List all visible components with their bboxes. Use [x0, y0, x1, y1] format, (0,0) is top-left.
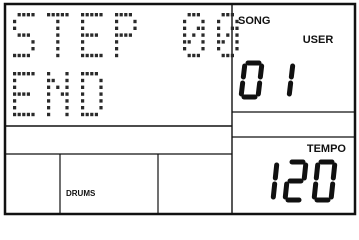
song-digit-1 — [238, 60, 265, 100]
line-1-char-4 — [115, 13, 137, 58]
line-1-char-1 — [13, 13, 35, 58]
line-2-char-2 — [47, 72, 69, 117]
dot-matrix-line-2 — [13, 72, 103, 117]
tempo-readout — [270, 159, 338, 203]
line-1-char-7 — [217, 13, 239, 58]
song-bank-label: USER — [303, 34, 334, 46]
tempo-label: TEMPO — [307, 143, 347, 155]
song-digit-2 — [286, 63, 296, 97]
tempo-digit-2 — [282, 159, 309, 203]
song-label: SONG — [238, 15, 270, 27]
lcd-display: SONG USER TEMPO DRUMS — [3, 2, 357, 216]
song-number-readout — [238, 60, 296, 100]
tempo-digit-3 — [311, 159, 338, 203]
line-1-char-6 — [183, 13, 205, 58]
line-1-char-2 — [47, 13, 69, 58]
part-label: DRUMS — [66, 189, 96, 198]
line-2-char-3 — [81, 72, 103, 117]
dot-matrix-line-1 — [13, 13, 239, 58]
line-2-char-1 — [13, 72, 35, 117]
line-1-char-3 — [81, 13, 103, 58]
tempo-digit-1 — [270, 162, 280, 200]
